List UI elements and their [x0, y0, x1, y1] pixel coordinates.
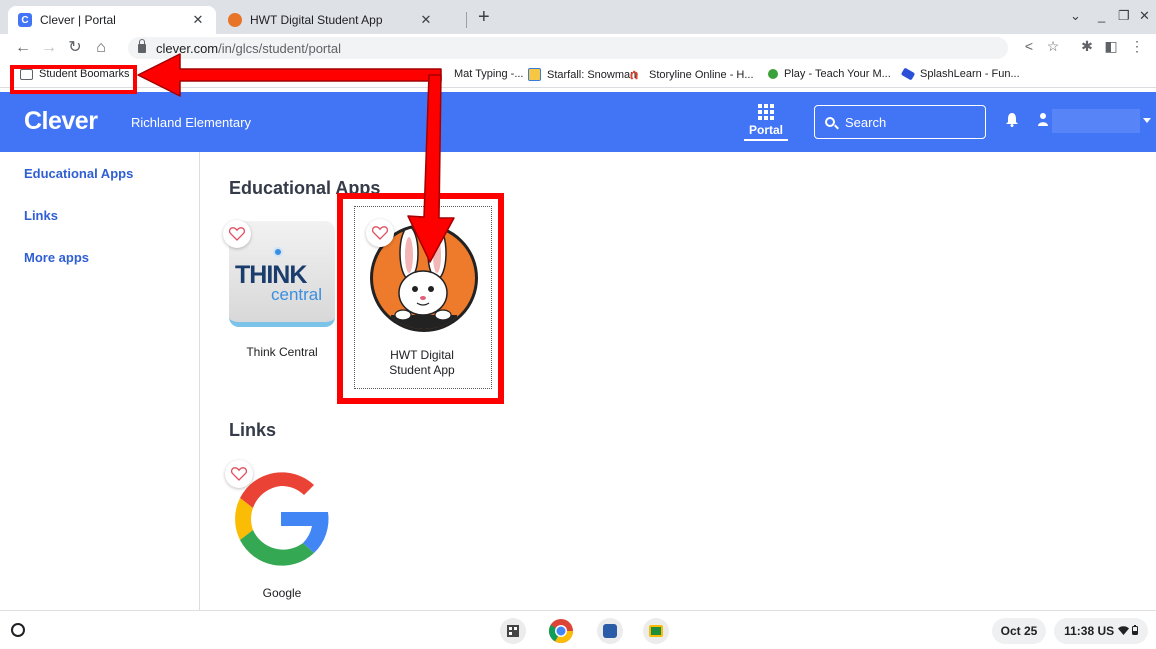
input-locale: US — [1097, 624, 1115, 638]
qr-app-icon[interactable] — [500, 618, 526, 644]
classroom-icon[interactable] — [643, 618, 669, 644]
epic-app-icon[interactable] — [597, 618, 623, 644]
wifi-icon — [1117, 624, 1129, 638]
date-pill[interactable]: Oct 25 — [992, 618, 1046, 644]
launcher-icon[interactable] — [11, 623, 25, 637]
chrome-icon[interactable] — [548, 618, 574, 644]
annotation-arrows — [137, 53, 455, 263]
status-tray[interactable]: 11:38 US — [1054, 618, 1148, 644]
clock-time: 11:38 — [1064, 624, 1095, 638]
arrow-to-bookmarks — [137, 53, 442, 97]
chromeos-shelf: Oct 25 11:38 US — [0, 610, 1156, 649]
arrow-to-hwt-app — [407, 74, 455, 263]
battery-icon — [1131, 624, 1138, 638]
